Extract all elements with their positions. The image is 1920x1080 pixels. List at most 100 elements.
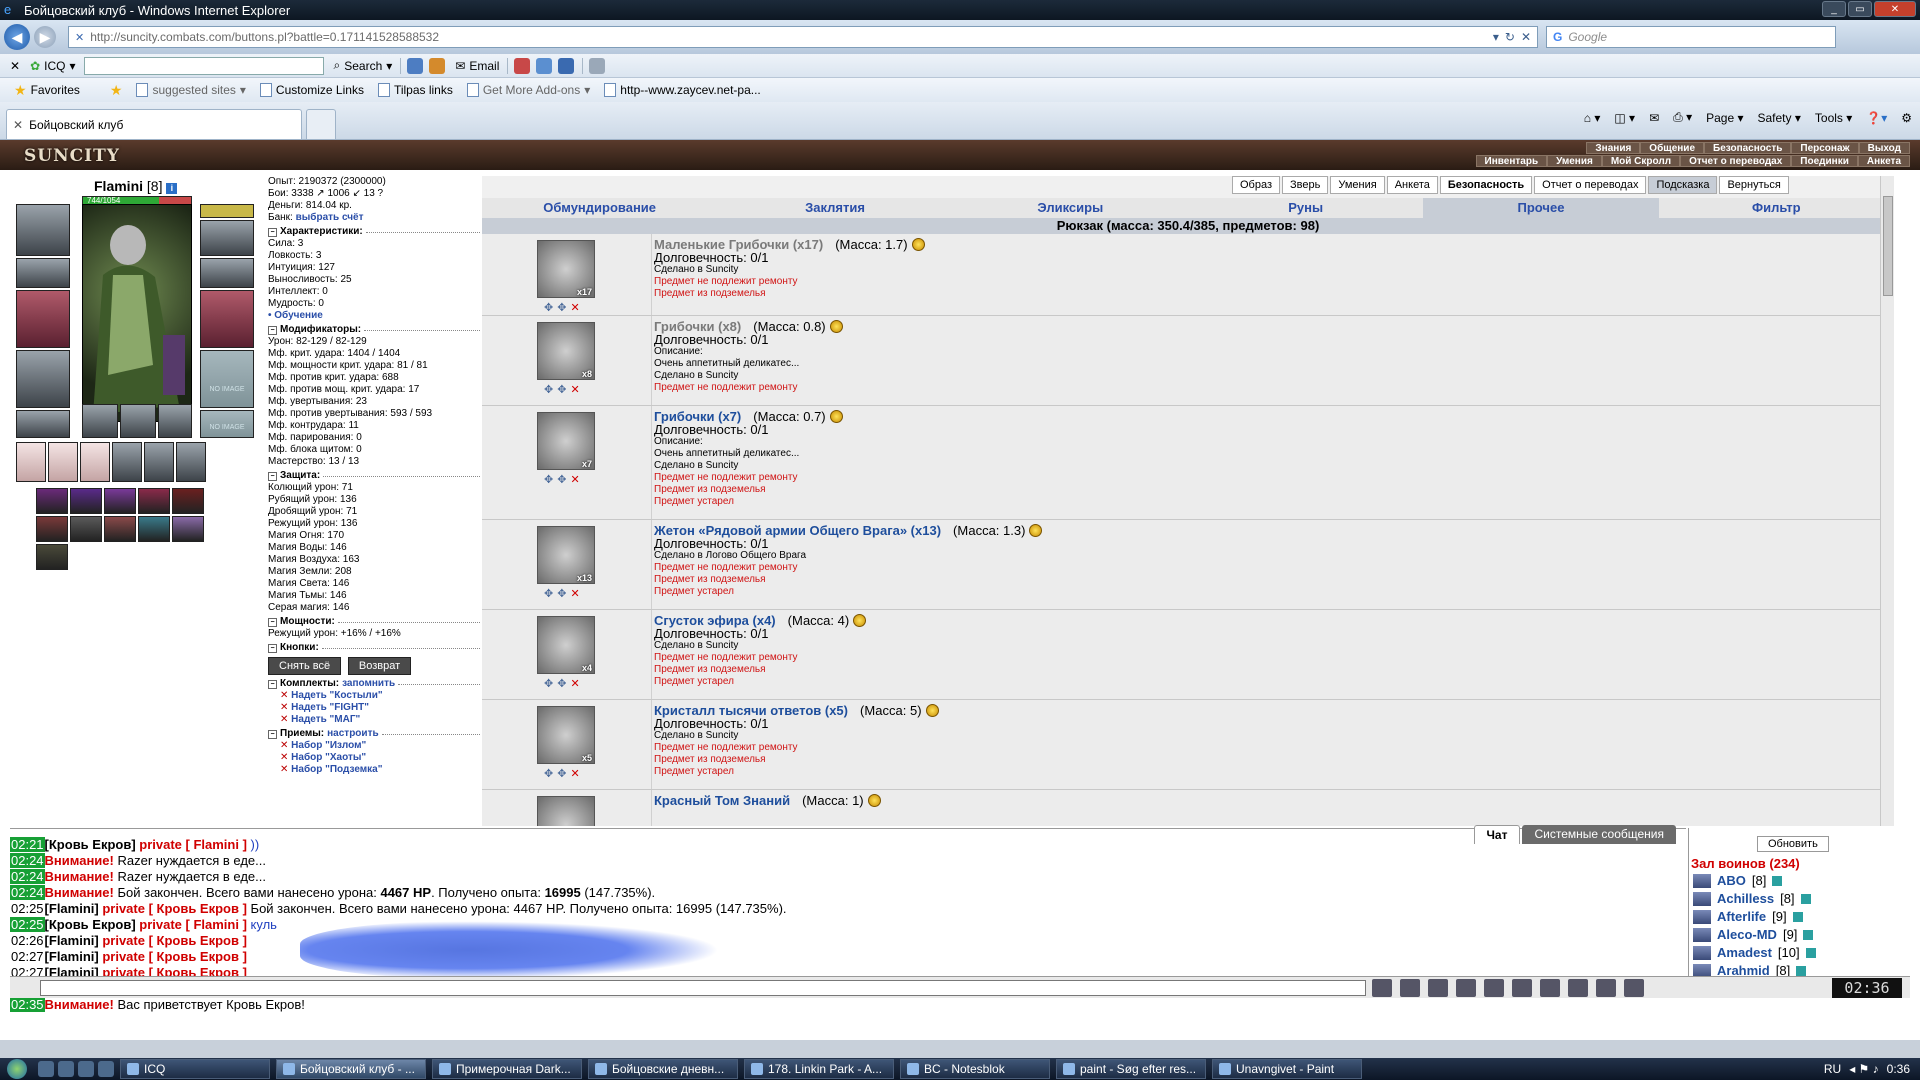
use-icon[interactable]: ✥: [544, 677, 553, 690]
spell-slot[interactable]: [138, 488, 170, 514]
player-row[interactable]: ABO [8]: [1693, 872, 1816, 890]
back-button[interactable]: ◀: [4, 24, 30, 50]
section-buttons[interactable]: − Кнопки:: [268, 642, 480, 654]
taskbar-button[interactable]: Примерочная Dark...: [432, 1059, 582, 1079]
remove-icon[interactable]: ✕: [280, 752, 291, 763]
trick-set-link[interactable]: Набор "Хаоты": [291, 752, 366, 763]
player-info-icon[interactable]: [1803, 930, 1814, 940]
chat-text[interactable]: Внимание!: [45, 853, 114, 868]
feeds-icon[interactable]: ◫ ▾: [1614, 111, 1635, 125]
collapse-icon[interactable]: −: [268, 679, 277, 689]
chat-text[interactable]: [Flamini]: [45, 933, 99, 948]
player-row[interactable]: Achilless [8]: [1693, 890, 1816, 908]
player-name[interactable]: ABO: [1717, 872, 1746, 890]
bottle-icon[interactable]: [1596, 978, 1616, 997]
tray-icons[interactable]: ◂ ⚑ ♪: [1849, 1062, 1878, 1076]
tab-chat[interactable]: Чат: [1473, 825, 1521, 844]
email-button[interactable]: ✉ Email: [455, 59, 499, 73]
app-quicklaunch-icon[interactable]: [98, 1061, 114, 1077]
item-thumbnail[interactable]: x8: [537, 322, 595, 380]
chat-text[interactable]: private [ Кровь Екров ]: [99, 901, 247, 916]
item-name[interactable]: Красный Том Знаний: [654, 793, 790, 808]
drop-icon[interactable]: ✕: [570, 677, 579, 690]
item-thumbnail[interactable]: x13: [537, 526, 595, 584]
remove-icon[interactable]: ✕: [280, 764, 291, 775]
use-icon[interactable]: ✥: [544, 587, 553, 600]
menu-item-bottom[interactable]: Анкета: [1857, 155, 1910, 167]
enter-icon[interactable]: [1372, 978, 1392, 997]
taskbar-button[interactable]: Бойцовские дневн...: [588, 1059, 738, 1079]
plugin-icon[interactable]: [589, 57, 606, 74]
menu-item-top[interactable]: Персонаж: [1791, 142, 1859, 154]
player-name[interactable]: Amadest: [1717, 944, 1772, 962]
player-name[interactable]: Afterlife: [1717, 908, 1766, 926]
chat-text[interactable]: private [ Кровь Екров ]: [99, 933, 247, 948]
safety-menu[interactable]: Safety ▾: [1758, 111, 1801, 125]
disk-icon[interactable]: [558, 57, 575, 74]
menu-item-top[interactable]: Общение: [1640, 142, 1704, 154]
set-link[interactable]: Надеть "МАГ": [291, 714, 360, 725]
shield-slot[interactable]: NO IMAGE: [200, 350, 254, 408]
chat-text[interactable]: private [ Flamini ]: [136, 837, 247, 852]
help-icon[interactable]: ❓▾: [1866, 111, 1887, 125]
chat-text[interactable]: Внимание!: [45, 885, 114, 900]
taskbar-button[interactable]: Unavngivet - Paint: [1212, 1059, 1362, 1079]
taskbar-button[interactable]: ICQ: [120, 1059, 270, 1079]
inv-button[interactable]: Отчет о переводах: [1534, 176, 1647, 194]
drop-icon[interactable]: ✕: [570, 767, 579, 780]
ring-slot-3[interactable]: [158, 404, 192, 438]
chat-text[interactable]: 4467 HP: [380, 885, 431, 900]
bank-select-link[interactable]: выбрать счёт: [296, 212, 364, 223]
language-indicator[interactable]: RU: [1824, 1062, 1841, 1076]
section-characteristics[interactable]: − Характеристики:: [268, 226, 480, 238]
spell-slot[interactable]: [172, 516, 204, 542]
forward-button[interactable]: ▶: [34, 26, 56, 48]
drop-icon[interactable]: ✕: [570, 587, 579, 600]
player-row[interactable]: Afterlife [9]: [1693, 908, 1816, 926]
search-button[interactable]: ⌕ Search ▾: [334, 58, 393, 73]
player-row[interactable]: Amadest [10]: [1693, 944, 1816, 962]
player-row[interactable]: Aleco-MD [9]: [1693, 926, 1816, 944]
scroll-slot[interactable]: [112, 442, 142, 482]
section-defense[interactable]: − Защита:: [268, 470, 480, 482]
wear-icon[interactable]: ✥: [557, 587, 566, 600]
inv-button[interactable]: Зверь: [1282, 176, 1329, 194]
player-info-icon[interactable]: [1805, 948, 1816, 958]
menu-item-bottom[interactable]: Инвентарь: [1475, 155, 1548, 167]
taskbar-button[interactable]: 178. Linkin Park - A...: [744, 1059, 894, 1079]
icq-button[interactable]: ✿ ICQ ▾: [30, 59, 75, 73]
page-menu[interactable]: Page ▾: [1706, 111, 1743, 125]
collapse-icon[interactable]: −: [268, 643, 277, 653]
section-modifiers[interactable]: − Модификаторы:: [268, 324, 480, 336]
scroll-slot[interactable]: [16, 442, 46, 482]
use-icon[interactable]: ✥: [544, 383, 553, 396]
section-sets[interactable]: − Комплекты: запомнить: [268, 678, 480, 690]
toolbar-search-field[interactable]: [83, 56, 324, 75]
ring-slot-2[interactable]: [120, 404, 156, 438]
spell-slot[interactable]: [172, 488, 204, 514]
chat-text[interactable]: [Кровь Екров]: [45, 837, 136, 852]
inv-tab[interactable]: Прочее: [1423, 198, 1659, 218]
wear-icon[interactable]: ✥: [557, 767, 566, 780]
chat-text[interactable]: [Кровь Екров]: [45, 917, 136, 932]
remove-all-button[interactable]: Снять всё: [268, 657, 342, 675]
item-thumbnail[interactable]: x17: [537, 240, 595, 298]
research-icon[interactable]: ⚙: [1901, 111, 1912, 125]
tools-menu[interactable]: Tools ▾: [1815, 111, 1852, 125]
belt-slot[interactable]: [16, 410, 70, 438]
inv-button[interactable]: Подсказка: [1648, 176, 1718, 194]
scroll-slot[interactable]: [80, 442, 110, 482]
scrollbar-thumb[interactable]: [1883, 196, 1893, 296]
browser-tab[interactable]: ✕ Бойцовский клуб: [6, 109, 302, 139]
use-icon[interactable]: ✥: [544, 473, 553, 486]
chat-text[interactable]: [Flamini]: [45, 901, 99, 916]
chat-input[interactable]: [40, 979, 1366, 996]
menu-item-top[interactable]: Безопасность: [1704, 142, 1792, 154]
inv-button[interactable]: Вернуться: [1719, 176, 1789, 194]
wear-icon[interactable]: ✥: [557, 383, 566, 396]
ie-quicklaunch-icon[interactable]: [58, 1061, 74, 1077]
collapse-icon[interactable]: −: [268, 325, 277, 335]
spell-slot[interactable]: [104, 488, 136, 514]
item-thumbnail[interactable]: x5: [537, 706, 595, 764]
drop-icon[interactable]: ✕: [570, 473, 579, 486]
